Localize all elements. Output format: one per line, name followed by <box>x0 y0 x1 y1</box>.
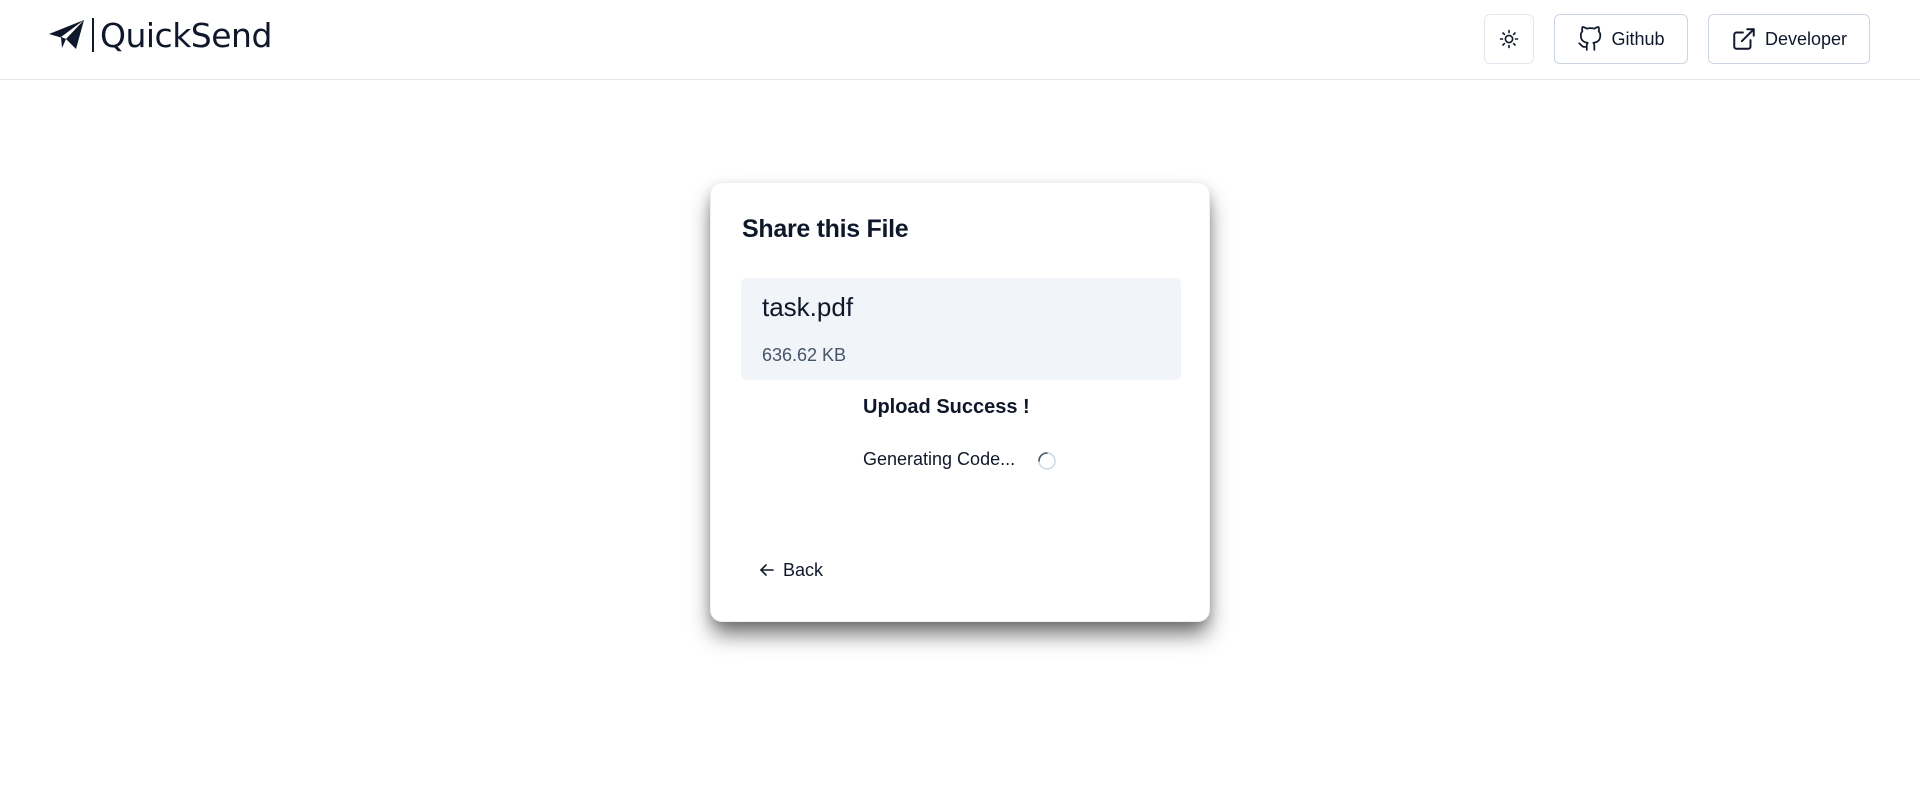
github-label: Github <box>1611 28 1665 49</box>
developer-button[interactable]: Developer <box>1708 14 1870 64</box>
back-label: Back <box>783 559 824 580</box>
app-logo[interactable]: QuickSend <box>48 15 272 55</box>
share-file-card: Share this File task.pdf 636.62 KB Uploa… <box>710 182 1210 622</box>
github-icon <box>1577 26 1603 52</box>
logo-divider <box>92 18 94 52</box>
external-link-icon <box>1731 26 1757 52</box>
loading-spinner-icon <box>1037 451 1057 471</box>
theme-toggle-button[interactable] <box>1484 14 1534 64</box>
file-name: task.pdf <box>762 292 854 322</box>
file-size: 636.62 KB <box>762 345 847 365</box>
back-button[interactable]: Back <box>759 553 823 587</box>
card-title: Share this File <box>742 215 909 243</box>
generating-code-text: Generating Code... <box>863 449 1016 469</box>
sun-icon <box>1499 29 1519 49</box>
github-button[interactable]: Github <box>1554 14 1688 64</box>
logo-text: QuickSend <box>100 15 272 55</box>
top-navbar: QuickSend Github Developer <box>0 0 1920 80</box>
arrow-left-icon <box>759 562 775 578</box>
paper-plane-icon <box>48 16 86 54</box>
upload-status-title: Upload Success ! <box>863 396 1030 418</box>
developer-label: Developer <box>1764 28 1848 49</box>
file-info-box: task.pdf 636.62 KB <box>741 278 1181 380</box>
